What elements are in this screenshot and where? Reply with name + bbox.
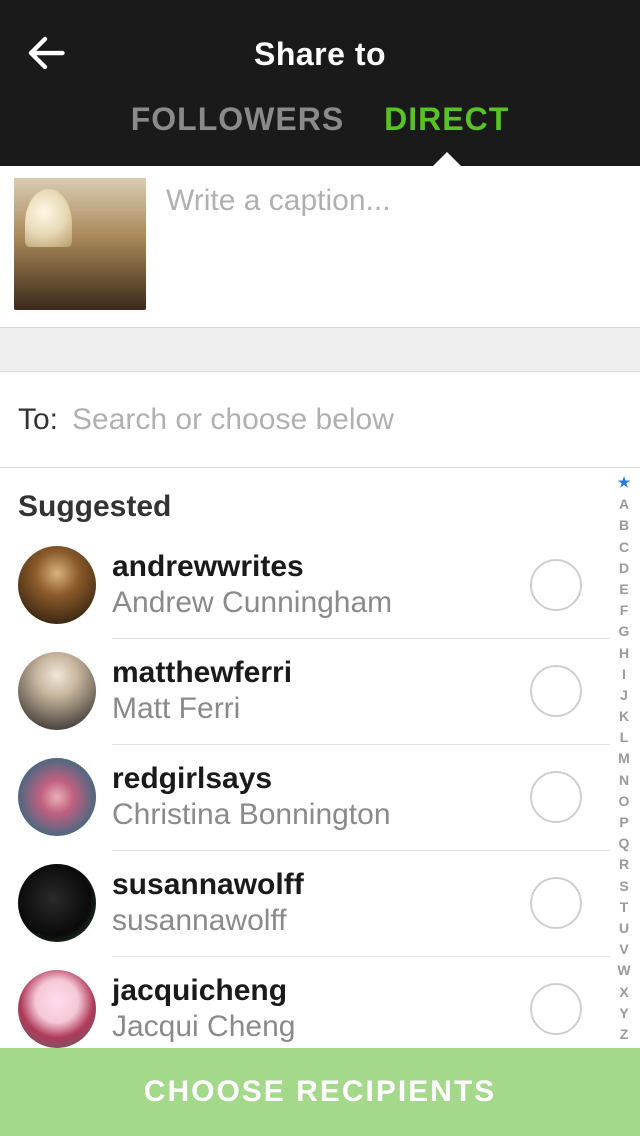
contact-names: susannawolff susannawolff <box>112 868 530 939</box>
contact-row[interactable]: andrewwrites Andrew Cunningham <box>0 532 640 638</box>
alpha-letter[interactable]: S <box>619 878 628 894</box>
alpha-letter[interactable]: O <box>619 793 630 809</box>
contact-username: susannawolff <box>112 868 530 903</box>
contact-fullname: Christina Bonnington <box>112 798 530 833</box>
alpha-index[interactable]: ★ A B C D E F G H I J K L M N O P Q R S … <box>612 474 636 1042</box>
alpha-letter[interactable]: Y <box>619 1005 628 1021</box>
recipient-search-input[interactable]: Search or choose below <box>72 403 394 437</box>
alpha-letter[interactable]: T <box>620 899 629 915</box>
choose-recipients-button[interactable]: CHOOSE RECIPIENTS <box>0 1048 640 1136</box>
header: Share to FOLLOWERS DIRECT <box>0 0 640 166</box>
contact-names: jacquicheng Jacqui Cheng <box>112 974 530 1045</box>
select-radio[interactable] <box>530 983 582 1035</box>
contact-username: redgirlsays <box>112 762 530 797</box>
separator-bar <box>0 328 640 372</box>
tab-followers[interactable]: FOLLOWERS <box>131 101 344 138</box>
star-icon[interactable]: ★ <box>618 474 631 491</box>
alpha-letter[interactable]: P <box>619 814 628 830</box>
alpha-letter[interactable]: D <box>619 560 629 576</box>
alpha-letter[interactable]: M <box>618 750 630 766</box>
alpha-letter[interactable]: X <box>619 984 628 1000</box>
alpha-letter[interactable]: L <box>620 729 629 745</box>
contact-fullname: Andrew Cunningham <box>112 586 530 621</box>
alpha-letter[interactable]: H <box>619 645 629 661</box>
contact-row[interactable]: matthewferri Matt Ferri <box>0 638 640 744</box>
alpha-letter[interactable]: F <box>620 602 629 618</box>
page-title: Share to <box>0 0 640 73</box>
contact-username: andrewwrites <box>112 550 530 585</box>
contact-fullname: Matt Ferri <box>112 692 530 727</box>
contact-row[interactable]: redgirlsays Christina Bonnington <box>0 744 640 850</box>
caption-input[interactable]: Write a caption... <box>146 178 626 311</box>
contact-names: redgirlsays Christina Bonnington <box>112 762 530 833</box>
tab-direct[interactable]: DIRECT <box>384 101 509 138</box>
alpha-letter[interactable]: B <box>619 517 629 533</box>
contact-fullname: Jacqui Cheng <box>112 1010 530 1045</box>
select-radio[interactable] <box>530 665 582 717</box>
alpha-letter[interactable]: G <box>619 623 630 639</box>
contact-fullname: susannawolff <box>112 904 530 939</box>
contact-names: andrewwrites Andrew Cunningham <box>112 550 530 621</box>
alpha-letter[interactable]: N <box>619 772 629 788</box>
select-radio[interactable] <box>530 559 582 611</box>
caption-area: Write a caption... <box>0 166 640 328</box>
alpha-letter[interactable]: V <box>619 941 628 957</box>
avatar <box>18 652 96 730</box>
alpha-letter[interactable]: Z <box>620 1026 629 1042</box>
back-button[interactable] <box>20 28 70 78</box>
tabs: FOLLOWERS DIRECT <box>0 101 640 138</box>
select-radio[interactable] <box>530 771 582 823</box>
avatar <box>18 864 96 942</box>
contact-row[interactable]: jacquicheng Jacqui Cheng <box>0 956 640 1048</box>
photo-thumbnail[interactable] <box>14 178 146 310</box>
alpha-letter[interactable]: C <box>619 539 629 555</box>
contact-username: matthewferri <box>112 656 530 691</box>
contact-row[interactable]: susannawolff susannawolff <box>0 850 640 956</box>
alpha-letter[interactable]: I <box>622 666 626 682</box>
alpha-letter[interactable]: K <box>619 708 629 724</box>
alpha-letter[interactable]: U <box>619 920 629 936</box>
avatar <box>18 546 96 624</box>
contact-list: Suggested andrewwrites Andrew Cunningham… <box>0 468 640 1048</box>
back-arrow-icon <box>24 32 66 74</box>
alpha-letter[interactable]: J <box>620 687 628 703</box>
alpha-letter[interactable]: Q <box>619 835 630 851</box>
avatar <box>18 758 96 836</box>
alpha-letter[interactable]: R <box>619 856 629 872</box>
alpha-letter[interactable]: E <box>619 581 628 597</box>
avatar <box>18 970 96 1048</box>
contact-username: jacquicheng <box>112 974 530 1009</box>
select-radio[interactable] <box>530 877 582 929</box>
alpha-letter[interactable]: W <box>617 962 630 978</box>
to-row: To: Search or choose below <box>0 372 640 468</box>
alpha-letter[interactable]: A <box>619 496 629 512</box>
section-title-suggested: Suggested <box>0 468 640 532</box>
contact-names: matthewferri Matt Ferri <box>112 656 530 727</box>
to-label: To: <box>18 403 58 437</box>
